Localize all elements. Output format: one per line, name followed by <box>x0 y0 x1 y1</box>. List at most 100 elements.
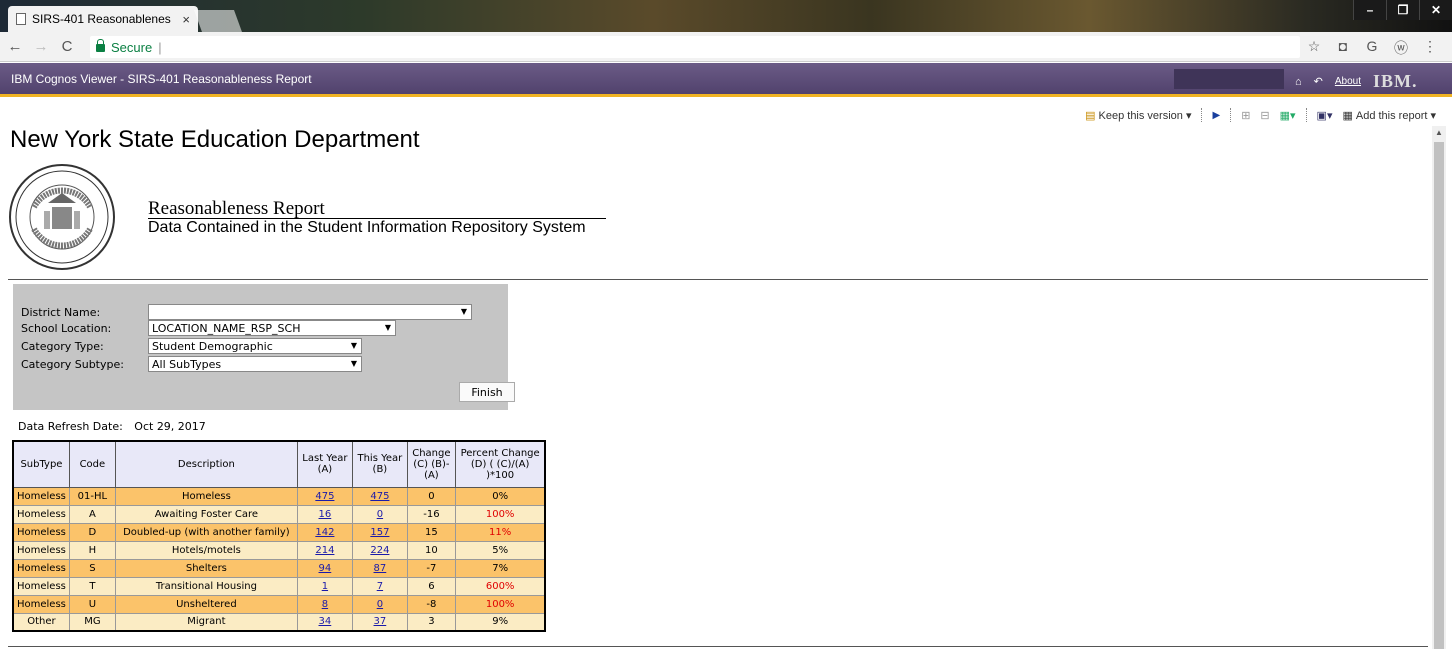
cell-percent-change: 11% <box>454 522 546 542</box>
school-label: School Location: <box>21 321 112 335</box>
report-subtitle: Data Contained in the Student Informatio… <box>148 219 586 236</box>
cell-description: Shelters <box>114 558 298 578</box>
new-tab-button[interactable] <box>193 10 243 32</box>
drill-down-icon[interactable]: ⊞ <box>1241 109 1250 122</box>
extension-square-icon[interactable]: ◘ <box>1335 38 1351 58</box>
cell-this-year-link[interactable]: 37 <box>374 616 387 627</box>
school-select[interactable]: LOCATION_NAME_RSP_SCH ▼ <box>148 320 396 336</box>
cell-last-year-link[interactable]: 142 <box>315 527 334 538</box>
chevron-down-icon: ▼ <box>384 323 391 332</box>
cell-subtype: Homeless <box>12 486 70 506</box>
cell-this-year-link[interactable]: 224 <box>370 545 389 556</box>
return-icon[interactable]: ↶ <box>1314 75 1323 88</box>
cell-code: MG <box>68 612 116 632</box>
back-icon[interactable]: ← <box>4 38 26 55</box>
scroll-up-icon[interactable]: ▲ <box>1435 128 1443 137</box>
table-row: Homeless 01-HL Homeless 475 475 0 0% <box>12 486 546 506</box>
cell-subtype: Homeless <box>12 522 70 542</box>
col-percent-change: Percent Change (D) ( (C)/(A) )*100 <box>454 440 546 488</box>
view-format-icon[interactable]: ▣▾ <box>1317 109 1333 122</box>
extension-g-icon[interactable]: G <box>1364 38 1380 58</box>
table-row: Homeless D Doubled-up (with another family… <box>12 522 546 542</box>
cell-description: Awaiting Foster Care <box>114 504 298 524</box>
cell-description: Unsheltered <box>114 594 298 614</box>
table-row: Homeless S Shelters 94 87 -7 7% <box>12 558 546 578</box>
tab-close-icon[interactable]: × <box>182 12 190 27</box>
cell-code: S <box>68 558 116 578</box>
prompt-panel: District Name: ▼ School Location: LOCATI… <box>13 284 515 410</box>
table-header-row: SubType Code Description Last Year (A) T… <box>12 440 546 488</box>
cell-subtype: Homeless <box>12 576 70 596</box>
window-controls: – ❐ ✕ <box>1353 0 1452 20</box>
ibm-logo: IBM. <box>1373 71 1418 91</box>
cell-description: Doubled-up (with another family) <box>114 522 298 542</box>
cell-this-year-link[interactable]: 157 <box>370 527 389 538</box>
col-this-year: This Year (B) <box>351 440 408 488</box>
url-input[interactable]: Secure | <box>90 36 1300 58</box>
extension-w-icon[interactable]: ⓦ <box>1393 38 1409 58</box>
cell-this-year: 475 <box>351 486 408 506</box>
cell-last-year: 475 <box>296 486 353 506</box>
secure-label: Secure <box>111 39 153 55</box>
document-icon <box>16 13 26 25</box>
browser-tab[interactable]: SIRS-401 Reasonablenes × <box>8 6 198 32</box>
cell-percent-change: 600% <box>454 576 546 596</box>
minimize-button[interactable]: – <box>1353 0 1386 20</box>
related-links-icon[interactable]: ▦▾ <box>1280 109 1296 122</box>
run-icon[interactable]: ▶ <box>1212 110 1220 121</box>
cell-this-year-link[interactable]: 475 <box>370 491 389 502</box>
cell-this-year-link[interactable]: 0 <box>377 509 383 520</box>
cell-description: Transitional Housing <box>114 576 298 596</box>
cell-last-year-link[interactable]: 1 <box>322 581 328 592</box>
cell-change: 15 <box>406 522 456 542</box>
forward-icon[interactable]: → <box>30 38 52 55</box>
close-window-button[interactable]: ✕ <box>1419 0 1452 20</box>
about-link[interactable]: About <box>1335 76 1361 87</box>
save-icon: ▤ <box>1085 109 1096 122</box>
cell-this-year: 7 <box>351 576 408 596</box>
district-select[interactable]: ▼ <box>148 304 472 320</box>
cell-change: 0 <box>406 486 456 506</box>
cell-code: A <box>68 504 116 524</box>
cell-change: 10 <box>406 540 456 560</box>
cell-this-year-link[interactable]: 0 <box>377 599 383 610</box>
subtype-row: Category Subtype: All SubTypes ▼ <box>21 356 362 372</box>
finish-button[interactable]: Finish <box>459 382 515 402</box>
cell-last-year-link[interactable]: 8 <box>322 599 328 610</box>
cell-last-year-link[interactable]: 214 <box>315 545 334 556</box>
divider <box>8 646 1428 647</box>
cell-this-year: 224 <box>351 540 408 560</box>
add-report-button[interactable]: ▦ Add this report ▾ <box>1342 109 1436 122</box>
cell-description: Homeless <box>114 486 298 506</box>
search-input[interactable] <box>1174 69 1284 89</box>
cell-last-year-link[interactable]: 16 <box>319 509 332 520</box>
subtype-select[interactable]: All SubTypes ▼ <box>148 356 362 372</box>
vertical-scrollbar[interactable]: ▲ <box>1432 126 1446 649</box>
cell-code: T <box>68 576 116 596</box>
cell-last-year-link[interactable]: 94 <box>319 563 332 574</box>
browser-extensions: ☆ ◘ G ⓦ ⋮ <box>1306 38 1438 58</box>
cell-this-year-link[interactable]: 7 <box>377 581 383 592</box>
cell-last-year-link[interactable]: 34 <box>319 616 332 627</box>
home-icon[interactable]: ⌂ <box>1295 76 1302 88</box>
drill-up-icon[interactable]: ⊟ <box>1260 109 1269 122</box>
reasonableness-table: SubType Code Description Last Year (A) T… <box>12 440 547 632</box>
scrollbar-thumb[interactable] <box>1434 142 1444 649</box>
menu-kebab-icon[interactable]: ⋮ <box>1422 38 1438 58</box>
chevron-down-icon: ▼ <box>350 341 357 350</box>
cell-last-year-link[interactable]: 475 <box>315 491 334 502</box>
cell-this-year-link[interactable]: 87 <box>374 563 387 574</box>
cell-change: -16 <box>406 504 456 524</box>
url-separator: | <box>158 39 162 55</box>
cell-last-year: 1 <box>296 576 353 596</box>
reload-icon[interactable]: C <box>56 38 78 55</box>
bookmark-star-icon[interactable]: ☆ <box>1306 38 1322 58</box>
cell-percent-change: 100% <box>454 504 546 524</box>
maximize-button[interactable]: ❐ <box>1386 0 1419 20</box>
browser-tab-bar: SIRS-401 Reasonablenes × – ❐ ✕ <box>0 0 1452 32</box>
cell-this-year: 87 <box>351 558 408 578</box>
cell-last-year: 34 <box>296 612 353 632</box>
district-label: District Name: <box>21 305 101 319</box>
category-select[interactable]: Student Demographic ▼ <box>148 338 362 354</box>
keep-version-button[interactable]: ▤ Keep this version ▾ <box>1085 109 1191 122</box>
